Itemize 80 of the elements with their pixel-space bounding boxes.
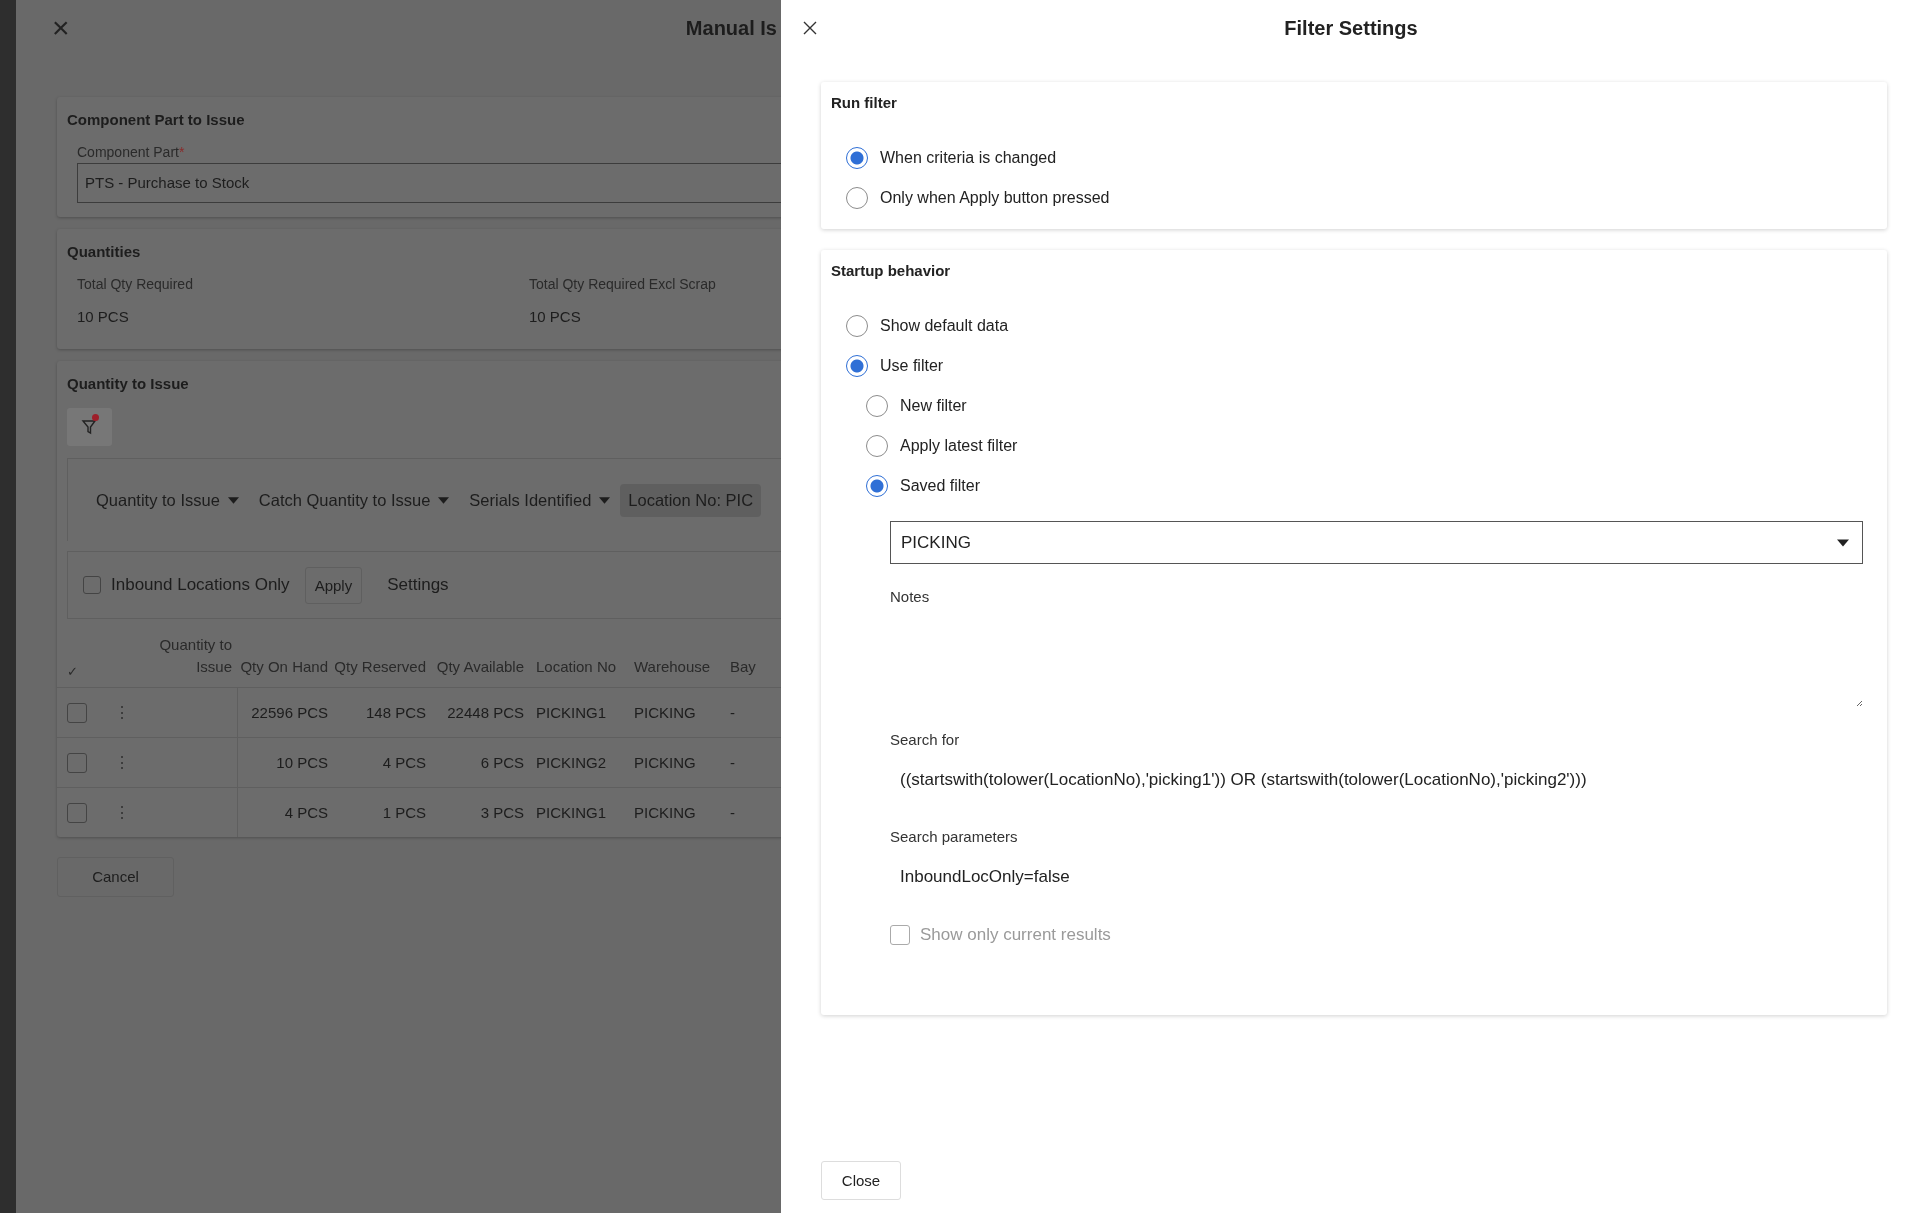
- column-header[interactable]: Qty Available: [432, 656, 530, 687]
- radio-label: Show default data: [880, 317, 1009, 335]
- field-value: InboundLocOnly=false: [899, 867, 1071, 887]
- section-title: Run filter: [831, 94, 898, 111]
- column-header[interactable]: Warehouse: [628, 656, 724, 687]
- table-cell: PICKING1: [536, 804, 607, 821]
- field-label: Search for: [890, 731, 961, 748]
- table-cell: PICKING1: [536, 704, 607, 721]
- table-cell: PICKING: [634, 754, 696, 771]
- column-header[interactable]: Location No: [530, 656, 628, 687]
- radio-label: Only when Apply button pressed: [880, 189, 1110, 207]
- caret-icon: [1837, 538, 1849, 547]
- settings-button[interactable]: Settings: [387, 575, 449, 595]
- table-cell: 22596 PCS: [251, 704, 328, 721]
- section-title: Quantity to Issue: [67, 375, 190, 392]
- table-cell: 10 PCS: [276, 754, 328, 771]
- table-cell: 6 PCS: [480, 754, 524, 771]
- input-field[interactable]: PTS - Purchase to Stock: [77, 163, 781, 203]
- table-cell: -: [730, 754, 735, 771]
- table-cell: PICKING: [634, 804, 696, 821]
- close-icon[interactable]: [803, 21, 817, 35]
- field-label: Notes: [890, 588, 931, 605]
- more-icon[interactable]: ⋮: [106, 803, 130, 822]
- dropdown-field[interactable]: PICKING: [890, 521, 1863, 564]
- filter-dropdown[interactable]: Catch Quantity to Issue: [258, 490, 450, 510]
- filter-dropdown[interactable]: Serials Identified: [469, 490, 611, 510]
- table-cell: 148 PCS: [365, 704, 426, 721]
- field-label: Total Qty Required Excl Scrap: [529, 276, 717, 292]
- caret-icon: [599, 496, 611, 504]
- checkbox-label: Inbound Locations Only: [111, 575, 290, 595]
- table-cell: 1 PCS: [382, 804, 426, 821]
- dialog-title: Filter Settings: [1284, 16, 1418, 40]
- table-cell: 22448 PCS: [447, 704, 524, 721]
- cancel-button[interactable]: Cancel: [57, 857, 174, 897]
- field-label: Component Part*: [77, 144, 186, 160]
- row-checkbox[interactable]: [67, 802, 87, 823]
- more-icon[interactable]: ⋮: [106, 703, 130, 722]
- caret-icon: [438, 496, 450, 504]
- radio-button[interactable]: [846, 147, 868, 169]
- filter-dropdown[interactable]: Quantity to Issue: [96, 490, 239, 510]
- row-checkbox[interactable]: [67, 752, 87, 773]
- column-header[interactable]: Qty Reserved: [334, 656, 432, 687]
- caret-icon: [227, 496, 239, 504]
- page-title: Manual Is: [685, 16, 777, 40]
- radio-label: New filter: [900, 397, 967, 415]
- column-header[interactable]: Qty On Hand: [238, 656, 334, 687]
- field-value: 10 PCS: [77, 308, 130, 325]
- close-button[interactable]: Close: [821, 1161, 901, 1200]
- select-all-icon[interactable]: ✓: [57, 661, 106, 687]
- field-value: 10 PCS: [529, 308, 582, 325]
- close-button[interactable]: ×: [52, 13, 70, 43]
- section-title: Startup behavior: [831, 262, 952, 279]
- column-header[interactable]: Quantity to Issue: [136, 634, 238, 687]
- more-icon[interactable]: ⋮: [106, 753, 130, 772]
- table-cell: -: [730, 804, 735, 821]
- checkbox-label: Show only current results: [920, 925, 1111, 945]
- table-cell: 4 PCS: [382, 754, 426, 771]
- table-cell: 4 PCS: [284, 804, 328, 821]
- checkbox[interactable]: [83, 576, 101, 594]
- filter-button[interactable]: [67, 408, 112, 446]
- column-header[interactable]: Bay: [724, 656, 781, 687]
- table-cell: PICKING2: [536, 754, 607, 771]
- radio-button[interactable]: [866, 475, 888, 497]
- apply-button[interactable]: Apply: [304, 566, 363, 604]
- table-cell: PICKING: [634, 704, 696, 721]
- section-title: Quantities: [67, 243, 142, 260]
- radio-label: Use filter: [880, 357, 944, 375]
- table-cell: 3 PCS: [480, 804, 524, 821]
- row-checkbox[interactable]: [67, 702, 87, 723]
- radio-label: When criteria is changed: [880, 149, 1057, 167]
- field-value: ((startswith(tolower(LocationNo),'picking1')) OR (startswith(tolower(LocationNo),'picking2'))): [899, 770, 1588, 790]
- radio-label: Saved filter: [900, 477, 981, 495]
- field-label: Search parameters: [890, 828, 1019, 845]
- resize-handle-icon[interactable]: [1855, 699, 1863, 707]
- radio-label: Apply latest filter: [900, 437, 1018, 455]
- table-cell: -: [730, 704, 735, 721]
- radio-button[interactable]: [846, 355, 868, 377]
- field-label: Total Qty Required: [77, 276, 194, 292]
- filter-chip[interactable]: Location No: PIC: [620, 483, 762, 517]
- section-title: Component Part to Issue: [67, 111, 246, 128]
